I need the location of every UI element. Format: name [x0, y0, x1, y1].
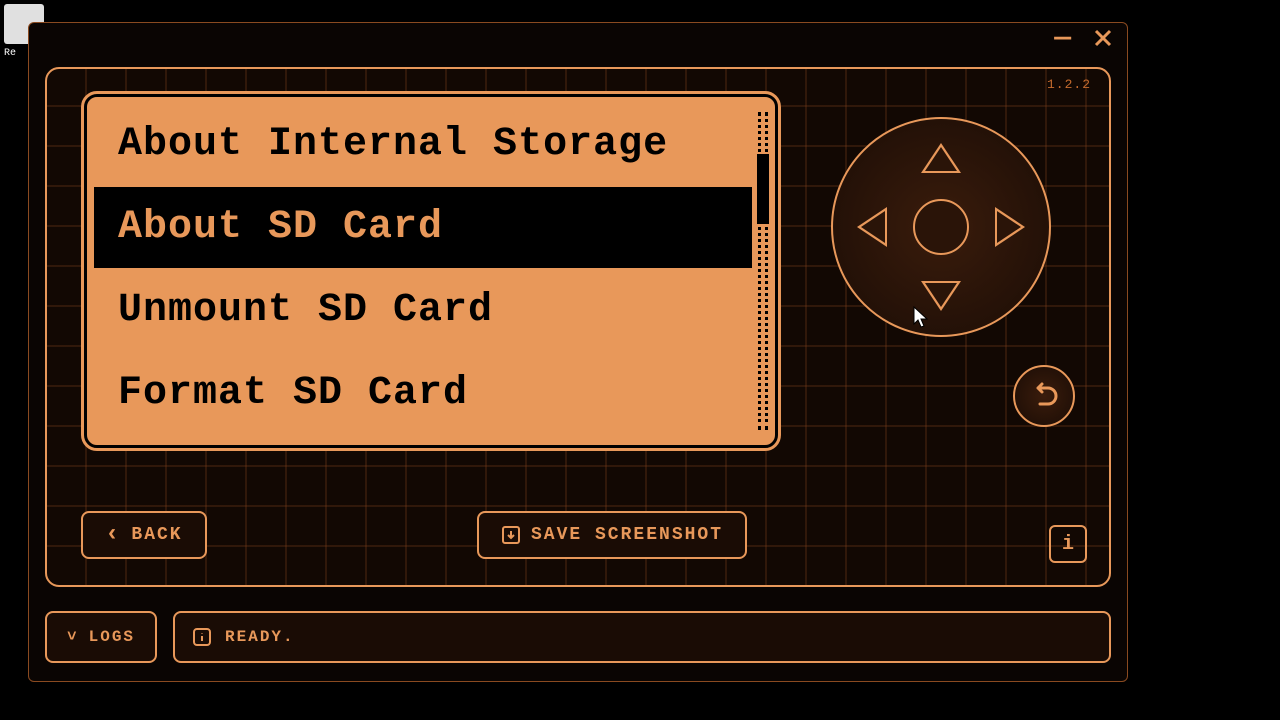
menu-item-about-sd-card[interactable]: About SD Card [94, 187, 752, 268]
dpad-left-button[interactable] [857, 207, 887, 247]
dpad [831, 117, 1051, 337]
dpad-up-button[interactable] [921, 143, 961, 173]
version-label: 1.2.2 [1047, 77, 1091, 92]
status-text: READY. [225, 628, 295, 646]
dpad-right-button[interactable] [995, 207, 1025, 247]
logs-button[interactable]: ˅ LOGS [45, 611, 157, 663]
chevron-down-icon: ˅ [67, 628, 79, 646]
bottom-bar: ˅ LOGS READY. [45, 611, 1111, 663]
titlebar: — [29, 23, 1127, 59]
dpad-down-button[interactable] [921, 281, 961, 311]
info-icon [193, 628, 211, 646]
info-icon: i [1062, 533, 1074, 556]
save-icon [501, 525, 521, 545]
menu-list: About Internal Storage About SD Card Unm… [81, 91, 781, 451]
menu-item-format-sd-card[interactable]: Format SD Card [94, 353, 752, 434]
back-button-label: BACK [131, 525, 182, 545]
status-bar: READY. [173, 611, 1111, 663]
back-button[interactable]: ‹ BACK [81, 511, 207, 559]
info-button[interactable]: i [1049, 525, 1087, 563]
menu-item-unmount-sd-card[interactable]: Unmount SD Card [94, 270, 752, 351]
save-screenshot-label: SAVE SCREENSHOT [531, 525, 723, 545]
return-icon [1028, 380, 1060, 412]
save-screenshot-button[interactable]: SAVE SCREENSHOT [477, 511, 747, 559]
logs-button-label: LOGS [89, 628, 135, 646]
menu-item-about-internal-storage[interactable]: About Internal Storage [94, 104, 752, 185]
close-icon [1093, 28, 1113, 48]
main-panel: 1.2.2 About Internal Storage About SD Ca… [45, 67, 1111, 587]
close-button[interactable] [1093, 28, 1113, 55]
scrollbar-thumb[interactable] [757, 154, 769, 224]
dpad-center-button[interactable] [913, 199, 969, 255]
return-button[interactable] [1013, 365, 1075, 427]
app-window: — 1.2.2 About Internal Storage About SD … [28, 22, 1128, 682]
